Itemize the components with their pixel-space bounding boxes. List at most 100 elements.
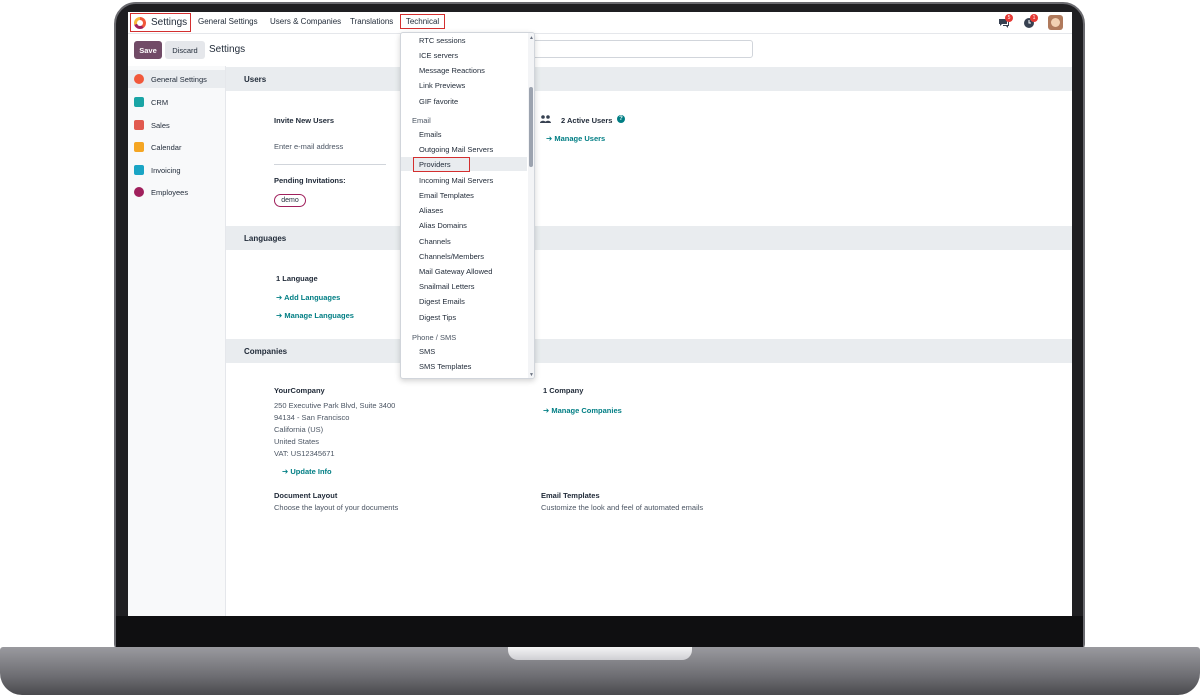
settings-content: Users Invite New Users Enter e-mail addr…: [226, 66, 1072, 616]
menu-item-outgoing-mail-servers[interactable]: Outgoing Mail Servers: [401, 142, 527, 156]
update-info-link[interactable]: ➔ Update Info: [282, 467, 332, 476]
manage-companies-label: Manage Companies: [551, 406, 622, 415]
email-templates-description: Customize the look and feel of automated…: [541, 503, 704, 512]
company-address-line3: California (US): [274, 425, 324, 434]
users-section-title: Users: [226, 67, 1072, 91]
menu-item-rtc-sessions[interactable]: RTC sessions: [401, 33, 527, 47]
add-languages-link[interactable]: ➔ Add Languages: [276, 293, 340, 302]
dropdown-scrollbar[interactable]: [528, 33, 534, 378]
sidebar-item-label: Invoicing: [151, 165, 181, 175]
sidebar-item-employees[interactable]: Employees: [128, 183, 225, 201]
messages-badge: 5: [1005, 14, 1013, 22]
sidebar-item-label: General Settings: [151, 74, 207, 84]
app-menu-button[interactable]: Settings: [130, 13, 191, 32]
menu-item-channels[interactable]: Channels: [401, 234, 527, 248]
manage-companies-link[interactable]: ➔ Manage Companies: [543, 406, 622, 415]
active-users-label: 2 Active Users: [561, 116, 613, 125]
menu-header-phone-sms: Phone / SMS: [412, 332, 457, 342]
menu-item-digest-emails[interactable]: Digest Emails: [401, 294, 527, 308]
add-languages-label: Add Languages: [284, 293, 341, 302]
sidebar-item-label: Employees: [151, 187, 189, 197]
laptop-notch: [508, 647, 692, 660]
company-address-line4: United States: [274, 437, 320, 446]
screen: Settings General Settings Users & Compan…: [128, 12, 1072, 616]
nav-general-settings[interactable]: General Settings: [198, 17, 258, 26]
sidebar-item-label: Calendar: [151, 142, 182, 152]
activity-badge: 1: [1030, 14, 1038, 22]
sidebar-item-label: Sales: [151, 120, 170, 130]
company-name: YourCompany: [274, 386, 325, 395]
menu-item-sms[interactable]: SMS: [401, 344, 527, 358]
invite-users-label: Invite New Users: [274, 116, 335, 125]
invite-email-input[interactable]: Enter e-mail address: [274, 142, 343, 151]
menu-item-snailmail-letters[interactable]: Snailmail Letters: [401, 279, 527, 293]
odoo-logo-icon: [134, 16, 146, 29]
update-info-label: Update Info: [290, 467, 332, 476]
menu-item-link-previews[interactable]: Link Previews: [401, 78, 527, 92]
calendar-icon: [134, 142, 144, 152]
companies-count: 1 Company: [543, 386, 584, 395]
languages-section-title: Languages: [226, 226, 1072, 250]
breadcrumb: Settings: [209, 44, 246, 55]
companies-section-title: Companies: [226, 339, 1072, 363]
menu-item-digest-tips[interactable]: Digest Tips: [401, 310, 527, 324]
sidebar-item-label: CRM: [151, 97, 169, 107]
settings-sidebar: General Settings CRM Sales Calendar Invo…: [128, 66, 226, 616]
sidebar-item-invoicing[interactable]: Invoicing: [128, 161, 225, 179]
manage-users-label: Manage Users: [554, 134, 606, 143]
search-input[interactable]: [528, 40, 753, 58]
company-address-line1: 250 Executive Park Blvd, Suite 3400: [274, 401, 396, 410]
menu-item-mail-gateway-allowed[interactable]: Mail Gateway Allowed: [401, 264, 527, 278]
menu-item-alias-domains[interactable]: Alias Domains: [401, 218, 527, 232]
company-vat: VAT: US12345671: [274, 449, 335, 458]
nav-technical-label: Technical: [405, 17, 440, 26]
menu-header-email: Email: [412, 115, 431, 125]
menu-item-sms-templates[interactable]: SMS Templates: [401, 359, 527, 373]
invoicing-icon: [134, 165, 144, 175]
sales-icon: [134, 120, 144, 130]
laptop-bezel: [116, 616, 1083, 650]
manage-languages-label: Manage Languages: [284, 311, 354, 320]
email-templates-title: Email Templates: [541, 491, 600, 500]
menu-item-email-templates[interactable]: Email Templates: [401, 188, 527, 202]
menu-item-emails[interactable]: Emails: [401, 127, 527, 141]
general-settings-icon: [134, 74, 144, 84]
document-layout-title: Document Layout: [274, 491, 338, 500]
company-address-line2: 94134 - San Francisco: [274, 413, 350, 422]
pending-invitations-label: Pending Invitations:: [274, 176, 346, 185]
control-panel: Save Discard Settings: [128, 34, 1072, 66]
nav-technical[interactable]: Technical: [400, 14, 445, 29]
discard-button[interactable]: Discard: [165, 41, 205, 59]
activity-icon[interactable]: 1: [1023, 14, 1038, 29]
sidebar-item-sales[interactable]: Sales: [128, 116, 225, 134]
menu-item-incoming-mail-servers[interactable]: Incoming Mail Servers: [401, 173, 527, 187]
employees-icon: [134, 187, 144, 197]
messages-icon[interactable]: 5: [998, 14, 1013, 29]
document-layout-description: Choose the layout of your documents: [274, 503, 399, 512]
users-icon: [540, 115, 551, 123]
scroll-up-icon[interactable]: ▲: [529, 35, 534, 41]
nav-users-companies[interactable]: Users & Companies: [270, 17, 341, 26]
menu-item-message-reactions[interactable]: Message Reactions: [401, 63, 527, 77]
top-navbar: Settings General Settings Users & Compan…: [128, 12, 1072, 34]
scroll-down-icon[interactable]: ▼: [529, 372, 534, 378]
sidebar-item-crm[interactable]: CRM: [128, 93, 225, 111]
languages-count: 1 Language: [276, 274, 318, 283]
invite-input-underline: [274, 164, 386, 165]
menu-item-channels-members[interactable]: Channels/Members: [401, 249, 527, 263]
sidebar-item-calendar[interactable]: Calendar: [128, 138, 225, 156]
providers-highlight-box: [413, 157, 470, 172]
sidebar-item-general-settings[interactable]: General Settings: [128, 70, 225, 88]
menu-item-aliases[interactable]: Aliases: [401, 203, 527, 217]
user-avatar[interactable]: [1048, 15, 1063, 30]
pending-invitation-chip[interactable]: demo: [274, 194, 306, 207]
help-icon[interactable]: ?: [617, 115, 625, 123]
menu-item-gif-favorite[interactable]: GIF favorite: [401, 94, 527, 108]
manage-users-link[interactable]: ➔ Manage Users: [546, 134, 605, 143]
save-button[interactable]: Save: [134, 41, 162, 59]
manage-languages-link[interactable]: ➔ Manage Languages: [276, 311, 354, 320]
menu-item-ice-servers[interactable]: ICE servers: [401, 48, 527, 62]
dropdown-scrollbar-thumb[interactable]: [529, 87, 533, 167]
crm-icon: [134, 97, 144, 107]
nav-translations[interactable]: Translations: [350, 17, 393, 26]
